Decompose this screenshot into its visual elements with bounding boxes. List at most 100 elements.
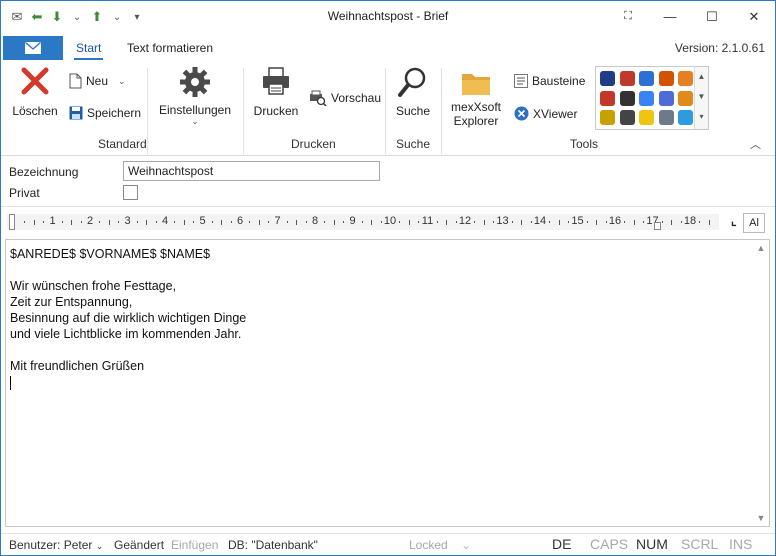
status-bar: Benutzer: Peter ⌄ Geändert Einfügen DB: … (1, 533, 775, 555)
ruler[interactable]: 1 2 3 4 5 6 7 8 9 10 11 12 13 14 15 16 17 18 (7, 212, 719, 232)
ruler-tick (418, 221, 420, 223)
tool-icon[interactable] (619, 71, 635, 86)
settings-button[interactable]: Einstellungen ⌄ (153, 66, 237, 132)
pin-icon[interactable]: ⛶ (607, 1, 649, 32)
privat-checkbox[interactable] (123, 185, 138, 200)
group-label-standard: Standard (98, 137, 147, 151)
window-controls: ⛶ — ☐ ✕ (607, 1, 775, 32)
tool-icon[interactable] (639, 71, 654, 86)
ruler-tick (286, 221, 288, 223)
gallery-scrollbar[interactable]: ▲ ▼ ▾ (694, 67, 708, 129)
explorer-button[interactable]: mexXsoft Explorer (445, 70, 507, 136)
delete-button[interactable]: Löschen (9, 66, 61, 126)
ruler-tick (146, 219, 148, 225)
tool-icon[interactable] (658, 90, 674, 106)
ruler-tick (305, 221, 307, 223)
group-label-suche: Suche (396, 137, 431, 151)
tool-icon[interactable] (619, 90, 635, 106)
changed-status: Geändert (114, 538, 165, 552)
minimize-button[interactable]: — (649, 1, 691, 32)
ruler-number: 13 (496, 215, 509, 227)
ruler-tick (61, 221, 63, 223)
collapse-ribbon-icon[interactable]: ︿ (750, 136, 761, 152)
save-label: Speichern (87, 106, 142, 120)
tool-icon[interactable] (639, 110, 654, 125)
tool-icon[interactable] (658, 71, 674, 86)
tool-icon[interactable] (678, 110, 693, 125)
tool-icon[interactable] (600, 90, 615, 106)
tools-gallery[interactable]: ▲ ▼ ▾ (595, 66, 709, 130)
tool-icon[interactable] (600, 71, 615, 86)
ruler-tick (511, 221, 513, 223)
ruler-tick (258, 219, 260, 225)
maximize-button[interactable]: ☐ (691, 1, 733, 32)
insert-status: Einfügen (171, 538, 219, 552)
editor-scrollbar[interactable]: ▲ ▼ (753, 240, 769, 526)
tool-icon[interactable] (678, 71, 693, 86)
ruler-tick (296, 219, 298, 225)
chevron-down-icon: ⌄ (95, 541, 104, 551)
ruler-tick (230, 221, 232, 223)
new-document-icon (69, 73, 82, 89)
ruler-tick (99, 221, 101, 223)
gallery-more-icon[interactable]: ▾ (695, 107, 708, 127)
ruler-number: 10 (383, 215, 397, 227)
tab-text-formatieren[interactable]: Text formatieren (127, 41, 213, 55)
database-status: DB: "Datenbank" (228, 538, 318, 552)
preview-button[interactable]: Vorschau (309, 90, 381, 106)
title-bar: ✉ ⬅ ⬇ ⌄ ⬆ ⌄ ▾ Weihnachtspost - Brief ⛶ —… (1, 1, 775, 32)
ruler-tick (474, 221, 476, 223)
scroll-up-icon[interactable]: ▲ (695, 67, 708, 87)
print-button[interactable]: Drucken (249, 66, 303, 126)
search-button[interactable]: Suche (391, 66, 435, 126)
app-window: ✉ ⬅ ⬇ ⌄ ⬆ ⌄ ▾ Weihnachtspost - Brief ⛶ —… (0, 0, 776, 556)
text-caret-line (10, 374, 246, 390)
right-indent-marker[interactable] (654, 222, 661, 230)
tab-start[interactable]: Start (73, 41, 104, 60)
tool-icon[interactable] (619, 110, 635, 125)
text-caret (10, 375, 11, 390)
user-selector[interactable]: Benutzer: Peter ⌄ (9, 538, 103, 552)
file-menu-button[interactable] (3, 36, 63, 60)
explorer-label-line1: mexXsoft (450, 100, 501, 114)
tab-stop-icon[interactable]: ⌞ (731, 214, 737, 228)
ruler-tick (699, 221, 701, 223)
xviewer-label: XViewer (533, 106, 578, 121)
ruler-tick (380, 221, 382, 223)
letter-body[interactable]: $ANREDE$ $VORNAME$ $NAME$ Wir wünschen f… (10, 246, 246, 390)
new-button[interactable]: Neu ⌄ (69, 73, 126, 89)
ruler-tick (71, 219, 73, 225)
chevron-down-icon: ⌄ (461, 538, 472, 552)
align-button[interactable]: Al (743, 213, 765, 233)
save-button[interactable]: Speichern (69, 106, 141, 120)
ruler-tick (708, 219, 710, 225)
letter-line: Wir wünschen frohe Festtage, (10, 279, 177, 293)
scroll-up-icon[interactable]: ▲ (753, 240, 769, 256)
ruler-number: 7 (274, 215, 281, 227)
tool-icon[interactable] (678, 90, 693, 106)
language-status: DE (552, 536, 572, 552)
letter-editor[interactable]: $ANREDE$ $VORNAME$ $NAME$ Wir wünschen f… (5, 239, 770, 527)
user-label: Benutzer: Peter (9, 538, 93, 552)
tool-icon[interactable] (658, 110, 674, 125)
xviewer-button[interactable]: XViewer (514, 106, 577, 121)
left-indent-marker[interactable] (9, 214, 15, 230)
ruler-tick (399, 221, 401, 223)
ruler-tick (155, 221, 157, 223)
ruler-tick (521, 219, 523, 225)
ribbon-tabs: Start Text formatieren Version: 2.1.0.61 (1, 36, 775, 60)
bezeichnung-input[interactable] (123, 161, 380, 181)
ruler-number: 1 (49, 215, 56, 227)
bausteine-button[interactable]: Bausteine (514, 74, 585, 88)
ruler-number: 15 (571, 215, 584, 227)
bezeichnung-label: Bezeichnung (9, 165, 79, 179)
ruler-tick (24, 221, 26, 223)
ruler-tick (633, 219, 635, 225)
scroll-down-icon[interactable]: ▼ (695, 87, 708, 107)
tool-icon[interactable] (600, 110, 615, 125)
scroll-down-icon[interactable]: ▼ (753, 510, 769, 526)
close-button[interactable]: ✕ (733, 1, 775, 32)
tool-icon[interactable] (639, 90, 654, 106)
form-divider (1, 206, 775, 207)
ruler-tick (174, 221, 176, 223)
